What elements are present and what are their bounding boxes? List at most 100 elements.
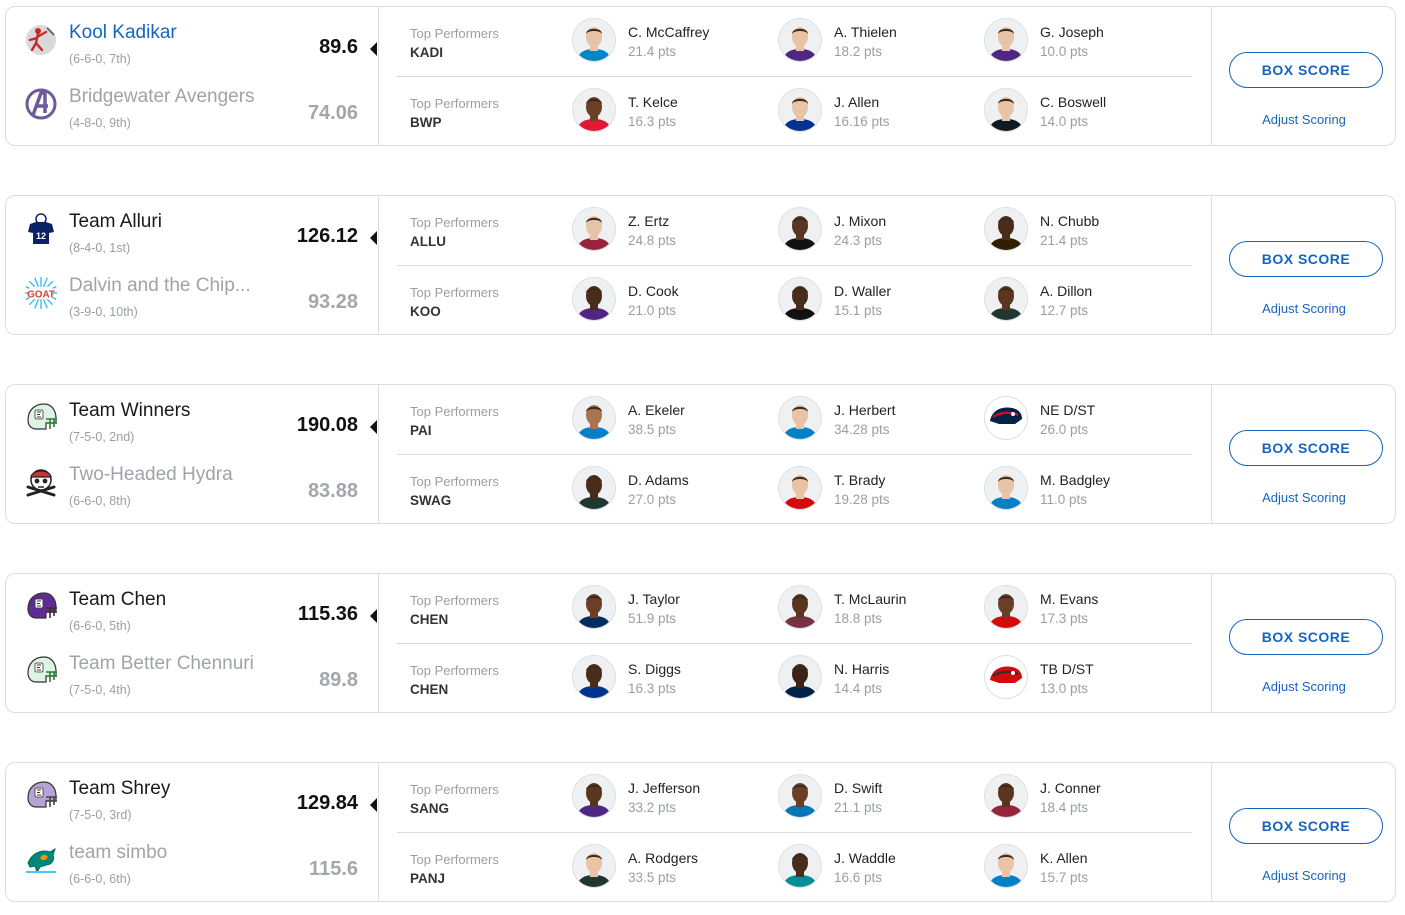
player-headshot — [778, 844, 822, 888]
player-name[interactable]: Z. Ertz — [628, 213, 669, 229]
team-name[interactable]: Team Shrey — [69, 778, 170, 800]
player-card[interactable]: N. Chubb 21.4 pts — [984, 207, 1184, 255]
player-headshot — [778, 655, 822, 699]
player-card[interactable]: N. Harris 14.4 pts — [778, 655, 978, 703]
player-name[interactable]: M. Evans — [1040, 591, 1098, 607]
player-headshot — [984, 18, 1028, 62]
player-card[interactable]: J. Herbert 34.28 pts — [778, 396, 978, 444]
player-name[interactable]: T. Kelce — [628, 94, 678, 110]
box-score-button[interactable]: BOX SCORE — [1229, 241, 1383, 277]
matchup-actions: BOX SCORE Adjust Scoring — [1211, 574, 1396, 712]
player-name[interactable]: K. Allen — [1040, 850, 1087, 866]
team-row[interactable]: Two-Headed Hydra (6-6-0, 8th) 83.88 — [6, 459, 378, 519]
player-card[interactable]: T. Kelce 16.3 pts — [572, 88, 772, 136]
player-name[interactable]: A. Dillon — [1040, 283, 1092, 299]
player-card[interactable]: G. Joseph 10.0 pts — [984, 18, 1184, 66]
player-name[interactable]: M. Badgley — [1040, 472, 1110, 488]
team-row[interactable]: GOAT Dalvin and the Chip... (3-9-0, 10th) 9… — [6, 270, 378, 330]
player-card[interactable]: T. McLaurin 18.8 pts — [778, 585, 978, 633]
player-card[interactable]: T. Brady 19.28 pts — [778, 466, 978, 514]
box-score-button[interactable]: BOX SCORE — [1229, 52, 1383, 88]
player-card[interactable]: J. Taylor 51.9 pts — [572, 585, 772, 633]
player-card[interactable]: D. Cook 21.0 pts — [572, 277, 772, 325]
player-name[interactable]: NE D/ST — [1040, 402, 1095, 418]
player-name[interactable]: A. Rodgers — [628, 850, 698, 866]
player-name[interactable]: D. Waller — [834, 283, 891, 299]
player-card[interactable]: A. Dillon 12.7 pts — [984, 277, 1184, 325]
team-row[interactable]: 12 Team Alluri (8-4-0, 1st) 126.12 — [6, 206, 378, 266]
player-name[interactable]: J. Taylor — [628, 591, 680, 607]
team-row[interactable]: Bridgewater Avengers (4-8-0, 9th) 74.06 — [6, 81, 378, 141]
player-card[interactable]: J. Jefferson 33.2 pts — [572, 774, 772, 822]
player-card[interactable]: J. Waddle 16.6 pts — [778, 844, 978, 892]
team-name[interactable]: Two-Headed Hydra — [69, 464, 233, 486]
player-name[interactable]: J. Mixon — [834, 213, 886, 229]
player-name[interactable]: D. Cook — [628, 283, 679, 299]
team-row[interactable]: Kool Kadikar (6-6-0, 7th) 89.6 — [6, 17, 378, 77]
player-card[interactable]: J. Conner 18.4 pts — [984, 774, 1184, 822]
team-name[interactable]: Bridgewater Avengers — [69, 86, 255, 108]
player-name[interactable]: T. McLaurin — [834, 591, 906, 607]
player-name[interactable]: G. Joseph — [1040, 24, 1104, 40]
player-card[interactable]: TB D/ST 13.0 pts — [984, 655, 1184, 703]
player-name[interactable]: J. Waddle — [834, 850, 896, 866]
team-row[interactable]: Team Better Chennuri (7-5-0, 4th) 89.8 — [6, 648, 378, 708]
team-row[interactable]: Team Chen (6-6-0, 5th) 115.36 — [6, 584, 378, 644]
player-card[interactable]: NE D/ST 26.0 pts — [984, 396, 1184, 444]
team-row[interactable]: team simbo (6-6-0, 6th) 115.6 — [6, 837, 378, 897]
player-card[interactable]: Z. Ertz 24.8 pts — [572, 207, 772, 255]
player-name[interactable]: S. Diggs — [628, 661, 681, 677]
player-card[interactable]: A. Thielen 18.2 pts — [778, 18, 978, 66]
player-card[interactable]: A. Ekeler 38.5 pts — [572, 396, 772, 444]
player-name[interactable]: C. Boswell — [1040, 94, 1106, 110]
team-name[interactable]: team simbo — [69, 842, 167, 864]
player-name[interactable]: N. Chubb — [1040, 213, 1099, 229]
player-name[interactable]: A. Ekeler — [628, 402, 685, 418]
team-score: 190.08 — [296, 414, 358, 436]
player-card[interactable]: K. Allen 15.7 pts — [984, 844, 1184, 892]
player-name[interactable]: J. Jefferson — [628, 780, 700, 796]
player-name[interactable]: N. Harris — [834, 661, 889, 677]
player-name[interactable]: C. McCaffrey — [628, 24, 709, 40]
player-headshot — [984, 844, 1028, 888]
player-headshot — [572, 585, 616, 629]
adjust-scoring-link[interactable]: Adjust Scoring — [1212, 679, 1396, 694]
team-name[interactable]: Dalvin and the Chip... — [69, 275, 251, 297]
player-card[interactable]: D. Adams 27.0 pts — [572, 466, 772, 514]
adjust-scoring-link[interactable]: Adjust Scoring — [1212, 301, 1396, 316]
player-name[interactable]: T. Brady — [834, 472, 885, 488]
team-name[interactable]: Team Chen — [69, 589, 166, 611]
player-card[interactable]: S. Diggs 16.3 pts — [572, 655, 772, 703]
adjust-scoring-link[interactable]: Adjust Scoring — [1212, 868, 1396, 883]
box-score-button[interactable]: BOX SCORE — [1229, 619, 1383, 655]
player-name[interactable]: D. Adams — [628, 472, 689, 488]
player-card[interactable]: A. Rodgers 33.5 pts — [572, 844, 772, 892]
player-name[interactable]: D. Swift — [834, 780, 882, 796]
box-score-button[interactable]: BOX SCORE — [1229, 430, 1383, 466]
team-row[interactable]: Team Shrey (7-5-0, 3rd) 129.84 — [6, 773, 378, 833]
player-card[interactable]: C. Boswell 14.0 pts — [984, 88, 1184, 136]
box-score-button[interactable]: BOX SCORE — [1229, 808, 1383, 844]
player-name[interactable]: J. Herbert — [834, 402, 895, 418]
player-name[interactable]: A. Thielen — [834, 24, 897, 40]
player-name[interactable]: TB D/ST — [1040, 661, 1094, 677]
player-name[interactable]: J. Allen — [834, 94, 879, 110]
team-name[interactable]: Team Alluri — [69, 211, 162, 233]
adjust-scoring-link[interactable]: Adjust Scoring — [1212, 112, 1396, 127]
matchup-card: Team Winners (7-5-0, 2nd) 190.08 Two-Headed… — [5, 384, 1396, 524]
adjust-scoring-link[interactable]: Adjust Scoring — [1212, 490, 1396, 505]
player-card[interactable]: J. Mixon 24.3 pts — [778, 207, 978, 255]
player-card[interactable]: J. Allen 16.16 pts — [778, 88, 978, 136]
player-card[interactable]: M. Evans 17.3 pts — [984, 585, 1184, 633]
player-points: 21.0 pts — [628, 303, 677, 318]
team-name[interactable]: Kool Kadikar — [69, 22, 177, 44]
player-card[interactable]: C. McCaffrey 21.4 pts — [572, 18, 772, 66]
player-card[interactable]: D. Swift 21.1 pts — [778, 774, 978, 822]
team-name[interactable]: Team Winners — [69, 400, 190, 422]
player-card[interactable]: M. Badgley 11.0 pts — [984, 466, 1184, 514]
team-row[interactable]: Team Winners (7-5-0, 2nd) 190.08 — [6, 395, 378, 455]
top-performers-row: Top Performers BWP T. Kelce 16.3 pts J. Alle… — [378, 77, 1211, 146]
team-name[interactable]: Team Better Chennuri — [69, 653, 254, 675]
player-name[interactable]: J. Conner — [1040, 780, 1101, 796]
player-card[interactable]: D. Waller 15.1 pts — [778, 277, 978, 325]
